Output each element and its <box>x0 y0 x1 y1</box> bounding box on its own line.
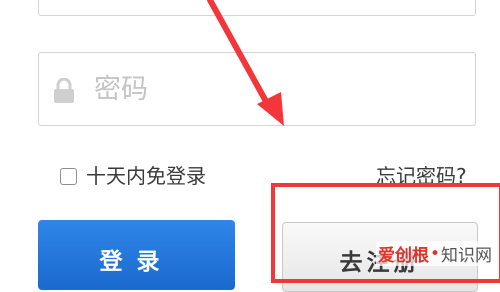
watermark-dot-icon: • <box>429 243 440 264</box>
remember-checkbox[interactable] <box>60 167 77 185</box>
remember-me[interactable]: 十天内免登录 <box>60 163 206 189</box>
forgot-password-link[interactable]: 忘记密码? <box>376 163 467 189</box>
password-field[interactable]: 密码 <box>38 52 476 126</box>
watermark-brand: 爱创根 <box>377 246 429 266</box>
password-placeholder: 密码 <box>94 74 148 105</box>
watermark: 爱创根 • 知识网 <box>375 241 494 266</box>
remember-label: 十天内免登录 <box>86 164 206 188</box>
watermark-site: 知识网 <box>441 246 492 266</box>
lock-icon <box>54 78 74 103</box>
username-field[interactable] <box>38 0 476 16</box>
login-button[interactable]: 登录 <box>38 220 235 290</box>
